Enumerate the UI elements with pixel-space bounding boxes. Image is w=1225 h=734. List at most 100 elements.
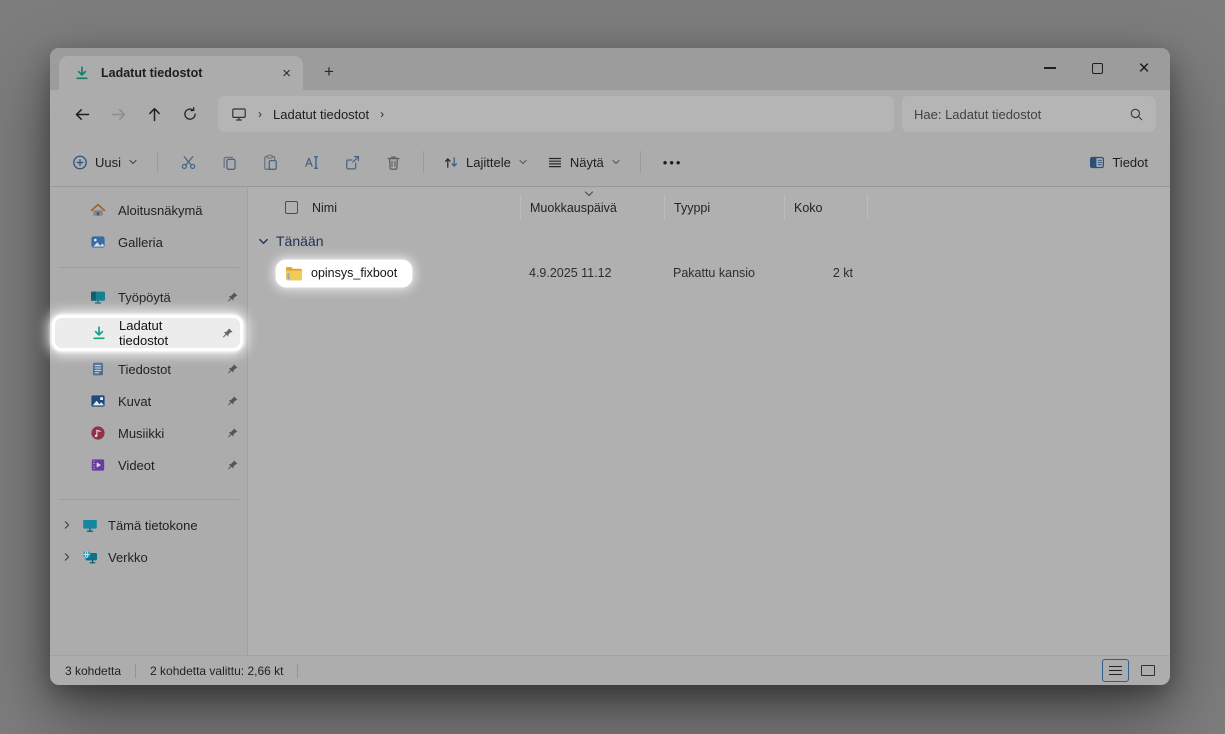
sidebar-item-home[interactable]: Aloitusnäkymä: [50, 194, 247, 226]
sidebar-item-tiedostot[interactable]: Tiedostot: [50, 353, 247, 385]
column-headers: Nimi Muokkauspäivä Tyyppi Koko: [268, 195, 1170, 220]
up-button[interactable]: [136, 97, 172, 131]
address-bar[interactable]: › Ladatut tiedostot ›: [218, 96, 894, 132]
pin-icon: [226, 291, 239, 304]
large-icons-view-button[interactable]: [1134, 659, 1161, 682]
file-name-highlight[interactable]: opinsys_fixboot: [278, 262, 410, 285]
pin-icon: [226, 363, 239, 376]
group-header-today[interactable]: Tänään: [258, 233, 1170, 249]
sidebar-item-label: Tiedostot: [118, 362, 171, 377]
toolbar-divider: [640, 151, 641, 173]
search-box[interactable]: [902, 96, 1156, 132]
chevron-right-icon[interactable]: [62, 552, 72, 562]
sidebar-divider: [60, 267, 239, 268]
cut-button[interactable]: [168, 145, 208, 179]
search-input[interactable]: [914, 107, 1120, 122]
close-button[interactable]: ×: [1136, 57, 1152, 79]
details-view-button[interactable]: [1102, 659, 1129, 682]
sidebar-item-label: Videot: [118, 458, 155, 473]
sidebar-pinned-section: Työpöytä Ladatut tiedostot: [50, 281, 247, 481]
music-icon: [90, 425, 106, 441]
file-name-label: opinsys_fixboot: [311, 266, 397, 280]
sidebar-item-musiikki[interactable]: Musiikki: [50, 417, 247, 449]
file-row-opinsys-fixboot[interactable]: opinsys_fixboot 4.9.2025 11.12 Pakattu k…: [268, 258, 1170, 288]
breadcrumb-separator[interactable]: ›: [378, 107, 386, 121]
tab-close-icon[interactable]: ×: [282, 66, 291, 81]
chevron-down-icon: [128, 157, 138, 167]
share-button[interactable]: [332, 145, 372, 179]
command-bar: Uusi Lajittele: [50, 138, 1170, 187]
maximize-button[interactable]: [1089, 57, 1105, 79]
column-header-modified[interactable]: Muokkauspäivä: [520, 195, 664, 220]
downloads-icon: [91, 325, 107, 341]
this-pc-icon: [82, 517, 98, 533]
sort-button[interactable]: Lajittele: [434, 145, 537, 179]
videos-icon: [90, 457, 106, 473]
sidebar-item-verkko[interactable]: Verkko: [50, 541, 247, 573]
forward-button[interactable]: [100, 97, 136, 131]
minimize-button[interactable]: [1042, 57, 1058, 79]
monitor-icon: [231, 106, 247, 122]
breadcrumb-location[interactable]: Ladatut tiedostot: [273, 107, 369, 122]
plus-circle-icon: [72, 154, 88, 170]
column-header-name[interactable]: Nimi: [268, 195, 520, 220]
pin-icon: [221, 327, 234, 340]
sidebar-item-gallery[interactable]: Galleria: [50, 226, 247, 258]
network-icon: [82, 549, 98, 565]
sidebar-item-tyopoyta[interactable]: Työpöytä: [50, 281, 247, 313]
new-button[interactable]: Uusi: [63, 145, 147, 179]
sidebar-divider: [60, 499, 239, 500]
column-header-type[interactable]: Tyyppi: [664, 195, 784, 220]
view-button[interactable]: Näytä: [538, 145, 630, 179]
file-modified-cell: 4.9.2025 11.12: [520, 266, 664, 280]
view-button-label: Näytä: [570, 155, 604, 170]
sort-indicator-icon: [584, 190, 594, 198]
desktop-icon: [90, 289, 106, 305]
navigation-bar: › Ladatut tiedostot ›: [50, 90, 1170, 138]
sidebar-item-tama-tietokone[interactable]: Tämä tietokone: [50, 509, 247, 541]
sidebar-item-ladatut-tiedostot[interactable]: Ladatut tiedostot: [52, 315, 243, 351]
details-button-label: Tiedot: [1112, 155, 1148, 170]
copy-button[interactable]: [209, 145, 249, 179]
details-button[interactable]: Tiedot: [1080, 145, 1157, 179]
pictures-icon: [90, 393, 106, 409]
sidebar-item-kuvat[interactable]: Kuvat: [50, 385, 247, 417]
chevron-down-icon: [611, 157, 621, 167]
view-toggles: [1102, 659, 1161, 682]
new-tab-button[interactable]: +: [316, 59, 342, 85]
select-all-checkbox[interactable]: [285, 201, 298, 214]
chevron-right-icon[interactable]: [62, 520, 72, 530]
pin-icon: [226, 459, 239, 472]
delete-button[interactable]: [373, 145, 413, 179]
file-type-cell: Pakattu kansio: [664, 266, 784, 280]
item-count-label: 3 kohdetta: [65, 664, 121, 678]
downloads-icon: [74, 65, 90, 81]
details-view-icon: [1109, 666, 1122, 676]
documents-icon: [90, 361, 106, 377]
details-pane-icon: [1089, 154, 1105, 170]
refresh-button[interactable]: [172, 97, 208, 131]
sidebar-item-label: Aloitusnäkymä: [118, 203, 203, 218]
more-options-button[interactable]: •••: [651, 155, 695, 170]
column-label: Koko: [794, 201, 823, 215]
sidebar-item-label: Ladatut tiedostot: [119, 318, 209, 348]
file-explorer-window: Ladatut tiedostot × + × › Ladatut tie: [50, 48, 1170, 684]
sidebar-item-videot[interactable]: Videot: [50, 449, 247, 481]
tab-ladatut-tiedostot[interactable]: Ladatut tiedostot ×: [59, 56, 303, 90]
paste-button[interactable]: [250, 145, 290, 179]
chevron-down-icon[interactable]: [258, 236, 269, 247]
sidebar-item-label: Musiikki: [118, 426, 164, 441]
window-body: Aloitusnäkymä Galleria Työpöytä: [50, 187, 1170, 655]
file-name-cell[interactable]: opinsys_fixboot: [268, 262, 520, 285]
column-label: Nimi: [312, 201, 337, 215]
gallery-icon: [90, 234, 106, 250]
toolbar-divider: [423, 151, 424, 173]
large-icons-view-icon: [1141, 665, 1155, 676]
breadcrumb-separator: ›: [256, 107, 264, 121]
column-header-size[interactable]: Koko: [784, 195, 868, 220]
rename-button[interactable]: [291, 145, 331, 179]
back-button[interactable]: [64, 97, 100, 131]
tab-bar: Ladatut tiedostot × + ×: [50, 48, 1170, 90]
view-lines-icon: [547, 154, 563, 170]
home-icon: [90, 202, 106, 218]
